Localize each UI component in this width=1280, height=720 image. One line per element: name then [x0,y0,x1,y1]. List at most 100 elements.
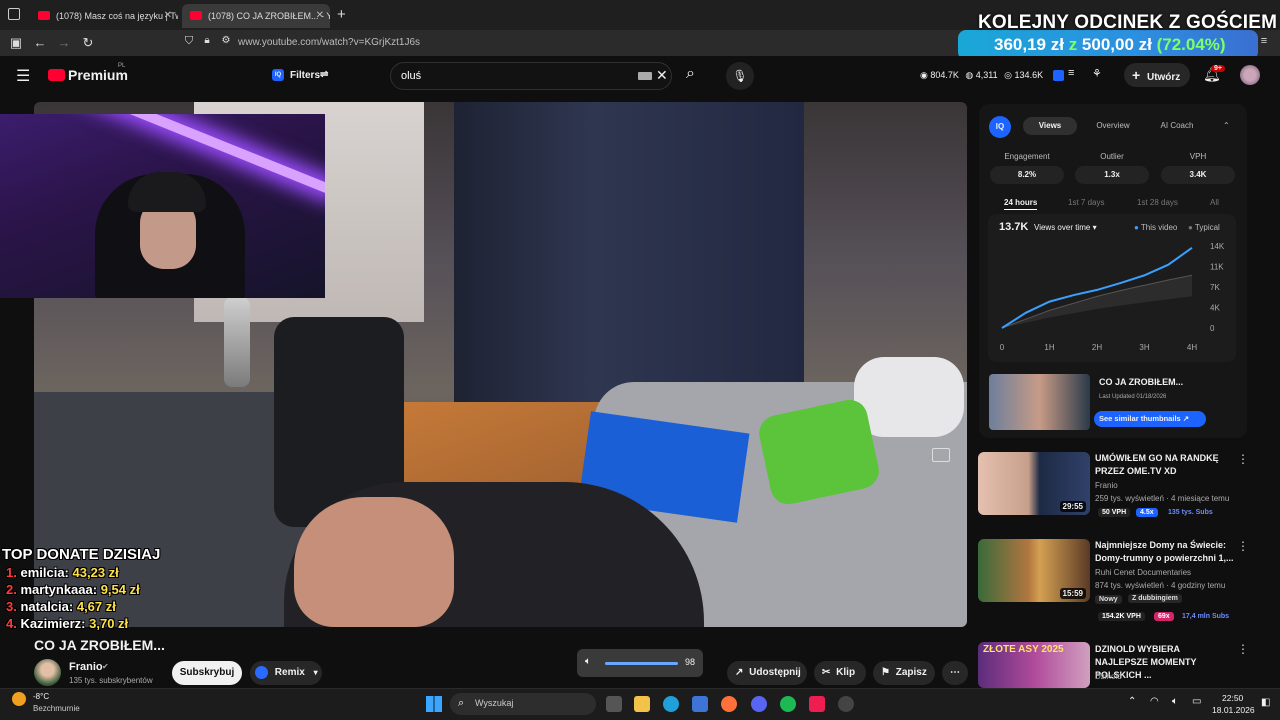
remix-icon [255,665,268,679]
file-explorer-icon[interactable] [634,696,650,712]
range-24h[interactable]: 24 hours [1004,198,1038,210]
search-input[interactable]: oluś [401,70,421,82]
miniplayer-icon[interactable] [932,448,950,462]
notification-center-icon[interactable]: ◧ [1261,697,1270,708]
thumb-updated: Last Updated 01/18/2026 [1099,394,1167,400]
donation-name: martynkaaa: [20,582,98,597]
channel-avatar[interactable] [34,659,61,686]
range-7d[interactable]: 1st 7 days [1068,198,1104,207]
more-options-icon[interactable]: ⋮ [1237,539,1249,553]
remix-button[interactable]: Remix ▾ [250,661,322,685]
donation-rank: 1. [6,565,17,580]
clock-time[interactable]: 22:50 [1222,693,1243,703]
keyboard-icon[interactable] [638,72,652,80]
recommendation-title[interactable]: UMÓWIŁEM GO NA RANDKĘ PRZEZ OME.TV XD [1095,452,1235,478]
weather-icon[interactable] [12,692,26,706]
spotify-icon[interactable] [780,696,796,712]
account-avatar[interactable] [1240,65,1260,85]
save-button[interactable]: ⚑ Zapisz [873,661,935,685]
sidebar-toggle-icon[interactable]: ▣ [8,35,24,51]
more-actions-button[interactable]: ⋯ [942,661,968,685]
vph-badge: 50 VPH [1098,508,1131,517]
recommendation-channel[interactable]: Dzinold [1095,672,1122,681]
volume-icon[interactable]: 🔈︎ [1172,696,1178,707]
extension-icon[interactable]: ⚘ [1092,67,1102,80]
share-button[interactable]: ↗ Udostępnij [727,661,807,685]
back-button[interactable]: ← [32,35,48,50]
goal-separator: z [1068,35,1078,54]
recommendation-item[interactable]: 15:59 Najmniejsze Domy na Świecie: Domy-… [978,539,1258,623]
firefox-icon[interactable] [721,696,737,712]
start-windows-icon[interactable] [426,696,442,712]
clear-search-icon[interactable]: ✕ [656,67,668,84]
list-icon[interactable]: ≡ [1068,67,1074,79]
see-similar-thumbnails-button[interactable]: See similar thumbnails ↗ [1094,411,1206,427]
more-options-icon[interactable]: ⋮ [1237,642,1249,656]
clip-button[interactable]: ✂ Klip [814,661,866,685]
weather-condition[interactable]: Bezchmurnie [33,704,80,713]
site-settings-icon[interactable]: ⚙ [218,35,234,46]
recommendation-channel[interactable]: Franio [1095,481,1118,490]
recommendation-item[interactable]: 29:55 UMÓWIŁEM GO NA RANDKĘ PRZEZ OME.TV… [978,452,1258,520]
video-scene-trophy [224,297,250,387]
tiktok-icon[interactable] [809,696,825,712]
recommendation-title[interactable]: Najmniejsze Domy na Świecie: Domy-trumny… [1095,539,1235,565]
recommendation-channel[interactable]: Ruhi Cenet Documentaries [1095,568,1191,577]
tray-chevron-icon[interactable]: ⌃ [1128,696,1136,707]
lock-icon[interactable]: 🔒︎ [199,35,215,46]
recommendation-thumbnail[interactable]: 15:59 [978,539,1090,602]
iq-extension-icon[interactable] [1053,70,1064,81]
forward-button[interactable]: → [56,35,72,50]
tab-overview[interactable]: Overview [1085,117,1141,135]
verified-icon: ✔ [102,662,109,671]
close-tab-icon[interactable]: ✕ [164,4,172,28]
create-button[interactable]: + Utwórz [1124,63,1190,87]
voice-search-button[interactable]: 🎙︎ [726,62,754,90]
recommendation-item[interactable]: ZŁOTE ASY 2025 DZINOLD WYBIERA NAJLEPSZE… [978,642,1258,688]
notification-count-badge: 9+ [1211,65,1225,72]
range-28d[interactable]: 1st 28 days [1137,198,1178,207]
weather-temp[interactable]: -8°C [33,692,49,701]
display-icon[interactable]: ▭ [1192,696,1201,707]
tab-ai-coach[interactable]: AI Coach [1149,117,1205,135]
thumb-title: CO JA ZROBIŁEM... [1099,377,1184,387]
channel-name[interactable]: Franio [69,661,103,673]
views-dropdown[interactable]: Views over time ▾ [1034,223,1097,232]
browser-tab-2-active[interactable]: (1078) CO JA ZROBIŁEM... - You ✕ [182,4,330,28]
store-icon[interactable] [692,696,708,712]
tab-views[interactable]: Views [1023,117,1077,135]
recommendation-thumbnail[interactable]: 29:55 [978,452,1090,515]
shield-icon[interactable]: ⛉ [181,35,197,48]
clock-date[interactable]: 18.01.2026 [1212,705,1255,715]
discord-icon[interactable] [751,696,767,712]
tab-list-icon[interactable] [8,8,20,20]
edge-browser-icon[interactable] [663,696,679,712]
volume-slider[interactable] [605,662,678,665]
new-tab-button[interactable]: + [337,6,346,23]
recommendation-thumbnail[interactable]: ZŁOTE ASY 2025 [978,642,1090,688]
youtube-favicon-icon [190,11,202,20]
collapse-icon[interactable]: ⌃ [1223,121,1230,130]
close-tab-icon[interactable]: ✕ [316,4,324,28]
volume-popup[interactable]: 🔈︎ 98 [577,649,703,677]
thumb-preview[interactable] [989,374,1090,430]
range-all[interactable]: All [1210,198,1219,207]
reload-button[interactable]: ↻ [80,35,96,51]
task-view-icon[interactable] [606,696,622,712]
menu-icon[interactable]: ≡ [1256,35,1272,47]
url-field[interactable]: www.youtube.com/watch?v=KGrjKzt1J6s [238,37,420,48]
hamburger-menu-icon[interactable]: ☰ [16,66,30,86]
legend-typical: ● Typical [1188,223,1220,232]
metric-vph-label: VPH [1189,152,1207,161]
more-options-icon[interactable]: ⋮ [1237,452,1249,466]
network-icon[interactable]: ◠ [1150,696,1159,707]
browser-tab-1[interactable]: (1078) Masz coś na języku | Twi ✕ [30,4,178,28]
donation-item: 3. natalcia: 4,67 zł [6,599,116,614]
obs-icon[interactable] [838,696,854,712]
search-box[interactable]: oluś ✕ [390,62,672,90]
donation-goal-amount: 360,19 zł z 500,00 zł (72.04%) [994,35,1226,55]
y-tick-label: 7K [1210,283,1220,292]
subscribe-button[interactable]: Subskrybuj [172,661,242,685]
taskbar-search[interactable]: ⌕ Wyszukaj [450,693,596,715]
search-icon[interactable]: ⌕ [686,65,695,83]
